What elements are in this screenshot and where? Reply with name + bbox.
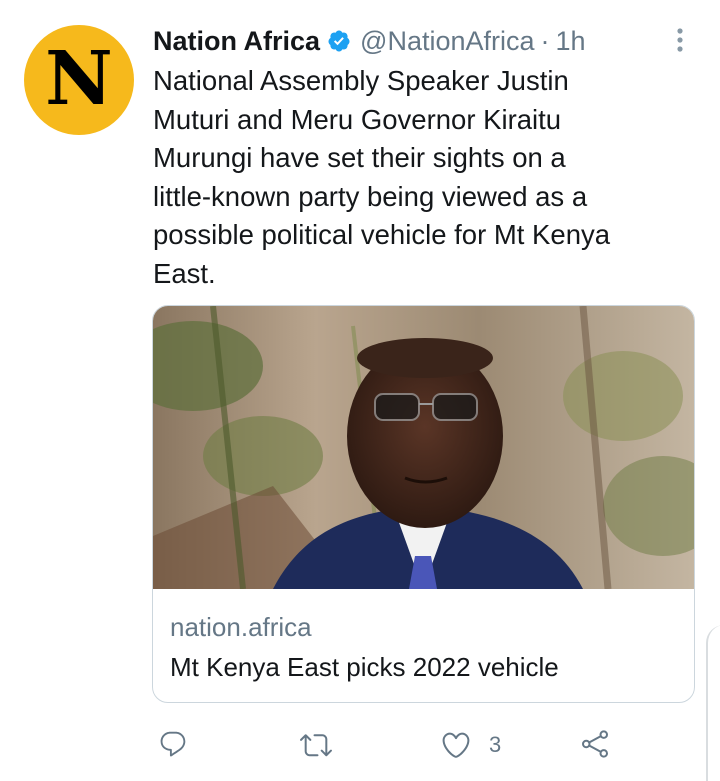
tweet-text-line: Murungi have set their sights on a: [153, 142, 566, 173]
tweet-header: Nation Africa @NationAfrica · 1h: [153, 22, 586, 60]
reply-button[interactable]: [158, 729, 188, 759]
tweet[interactable]: N Nation Africa @NationAfrica · 1h Natio…: [0, 0, 720, 781]
tweet-text-line: National Assembly Speaker Justin: [153, 65, 569, 96]
retweet-icon: [300, 734, 332, 757]
avatar[interactable]: N: [24, 25, 134, 135]
card-domain[interactable]: nation.africa: [170, 612, 312, 643]
heart-icon: [442, 732, 470, 758]
reply-icon: [160, 731, 186, 757]
separator-dot: ·: [540, 25, 550, 56]
display-name[interactable]: Nation Africa: [153, 26, 320, 57]
tweet-text-line: East.: [153, 257, 216, 289]
handle[interactable]: @NationAfrica: [360, 26, 534, 57]
share-button[interactable]: [580, 729, 610, 759]
tweet-text-line: possible political vehicle for Mt Kenya: [153, 219, 611, 250]
like-button[interactable]: 3: [440, 729, 501, 761]
tweet-actions: 3: [0, 727, 720, 763]
tweet-text: National Assembly Speaker Justin Muturi …: [153, 62, 698, 293]
tweet-text-line: Muturi and Meru Governor Kiraitu: [153, 103, 562, 135]
link-card[interactable]: nation.africa Mt Kenya East picks 2022 v…: [152, 305, 695, 703]
like-count: 3: [489, 732, 502, 757]
tweet-text-line: little-known party being viewed as a: [153, 180, 588, 212]
retweet-button[interactable]: [300, 729, 332, 761]
avatar-letter: N: [45, 36, 113, 122]
compose-fab-edge: [706, 625, 720, 781]
more-options-icon[interactable]: [672, 26, 688, 54]
card-title[interactable]: Mt Kenya East picks 2022 vehicle: [170, 652, 559, 683]
verified-badge-icon: [328, 30, 350, 52]
card-image[interactable]: [153, 306, 695, 589]
share-icon: [582, 730, 608, 758]
timestamp[interactable]: 1h: [556, 26, 586, 57]
